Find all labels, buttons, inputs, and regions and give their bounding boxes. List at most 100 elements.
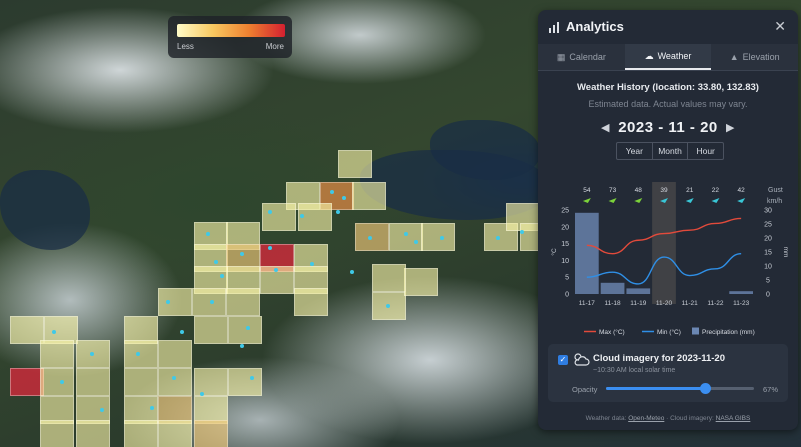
- gust-value: 42: [738, 187, 746, 194]
- tab-weather[interactable]: ☁ Weather: [624, 44, 712, 70]
- range-year-button[interactable]: Year: [617, 143, 653, 159]
- open-meteo-link[interactable]: Open-Meteo: [628, 415, 664, 422]
- precipitation-bar: [575, 212, 599, 294]
- observation-dot: [310, 262, 314, 266]
- range-hour-button[interactable]: Hour: [688, 143, 723, 159]
- x-tick-label: 11-18: [604, 300, 621, 307]
- gust-value: 73: [609, 187, 617, 194]
- observation-dot: [240, 252, 244, 256]
- range-month-button[interactable]: Month: [653, 143, 689, 159]
- cloud-imagery-checkbox[interactable]: ✓: [558, 355, 568, 365]
- weather-history-title: Weather History (location: 33.80, 132.83…: [577, 82, 759, 93]
- observation-dot: [180, 330, 184, 334]
- observation-dot: [200, 392, 204, 396]
- observation-dot: [404, 232, 408, 236]
- precip-tick-label: 15: [764, 250, 772, 257]
- opacity-slider[interactable]: [606, 383, 754, 394]
- gust-direction-arrow: [737, 198, 746, 203]
- heatmap-cell: [124, 420, 158, 447]
- sea-area: [0, 170, 90, 250]
- heatmap-cell: [158, 288, 192, 316]
- gust-direction-arrow: [608, 198, 617, 203]
- observation-dot: [214, 260, 218, 264]
- calendar-icon: ▦: [556, 51, 566, 62]
- estimated-note: Estimated data. Actual values may vary.: [588, 99, 748, 109]
- current-date: 2023 - 11 - 20: [618, 119, 718, 136]
- heatmap-cell: [10, 368, 44, 396]
- nasa-gibs-link[interactable]: NASA GIBS: [716, 415, 751, 422]
- date-navigator: ◀ 2023 - 11 - 20 ▶: [538, 119, 798, 139]
- observation-dot: [246, 326, 250, 330]
- x-tick-label: 11-19: [630, 300, 647, 307]
- heatmap-cell: [228, 368, 262, 396]
- gust-value: 48: [635, 187, 643, 194]
- observation-dot: [166, 300, 170, 304]
- observation-dot: [300, 214, 304, 218]
- heatmap-cell: [372, 264, 406, 292]
- temp-axis-unit: °C: [550, 248, 558, 256]
- observation-dot: [414, 240, 418, 244]
- temp-tick-label: 10: [561, 258, 569, 265]
- tab-elevation[interactable]: ▲ Elevation: [711, 44, 798, 70]
- cloud-imagery-subtitle: ~10:30 AM local solar time: [593, 367, 676, 374]
- gust-value: 21: [686, 187, 694, 194]
- next-date-icon[interactable]: ▶: [726, 121, 734, 134]
- observation-dot: [440, 236, 444, 240]
- heatmap-cell: [262, 203, 296, 231]
- observation-dot: [240, 344, 244, 348]
- legend-min-label: Min (°C): [657, 328, 681, 336]
- observation-dot: [52, 330, 56, 334]
- footer-imagery-prefix: Cloud imagery:: [670, 415, 714, 422]
- tab-label: Elevation: [742, 52, 780, 62]
- panel-footer: Weather data: Open-Meteo · Cloud imagery…: [538, 415, 798, 422]
- heatmap-cell: [124, 368, 158, 396]
- legend-precip-label: Precipitation (mm): [702, 329, 755, 336]
- observation-dot: [250, 376, 254, 380]
- gust-label: Gust: [768, 187, 783, 194]
- heatmap-cell: [404, 268, 438, 296]
- opacity-label: Opacity: [572, 385, 598, 394]
- precipitation-bar: [600, 282, 625, 294]
- gust-direction-arrow: [582, 198, 591, 203]
- observation-dot: [350, 270, 354, 274]
- observation-dot: [386, 304, 390, 308]
- heatmap-cell: [76, 420, 110, 447]
- observation-dot: [172, 376, 176, 380]
- heatmap-cell: [124, 340, 158, 368]
- temp-tick-label: 20: [561, 224, 569, 231]
- observation-dot: [206, 232, 210, 236]
- close-icon[interactable]: ✕: [774, 18, 786, 35]
- legend-max-label: Max (°C): [599, 328, 625, 336]
- observation-dot: [60, 380, 64, 384]
- heatmap-cell: [158, 340, 192, 368]
- heatmap-cell: [40, 340, 74, 368]
- analytics-chart-icon: [549, 22, 559, 33]
- observation-dot: [342, 196, 346, 200]
- elevation-icon: ▲: [729, 52, 739, 62]
- tab-label: Calendar: [569, 52, 606, 62]
- temp-tick-label: 5: [565, 275, 569, 282]
- precip-tick-label: 20: [764, 236, 772, 243]
- opacity-slider-thumb[interactable]: [699, 383, 711, 394]
- panel-title: Analytics: [566, 19, 624, 34]
- tab-calendar[interactable]: ▦ Calendar: [538, 44, 625, 70]
- heatmap-cell: [40, 368, 74, 396]
- gust-unit: km/h: [767, 198, 782, 205]
- cloud-imagery-box: ✓ Cloud imagery for 2023-11-20 ~10:30 AM…: [548, 344, 788, 402]
- heatmap-cell: [421, 223, 455, 251]
- weather-chart: Gust km/h 54 73 48 39 21 22 42 0 5 10 15 20 25 0 5 10 15 20…: [550, 182, 789, 336]
- precip-tick-label: 30: [764, 208, 772, 215]
- x-tick-label: 11-22: [707, 300, 724, 307]
- heatmap-cell: [10, 316, 44, 344]
- legend-precip-swatch: [692, 327, 699, 335]
- heatmap-cell: [194, 368, 228, 396]
- observation-dot: [220, 274, 224, 278]
- temp-tick-label: 25: [561, 208, 569, 215]
- observation-dot: [268, 246, 272, 250]
- heatmap-cell: [194, 420, 228, 447]
- gust-direction-arrow: [685, 198, 694, 203]
- heat-legend: Less More: [168, 16, 292, 58]
- precip-axis-unit: mm: [782, 247, 789, 258]
- heatmap-cell: [158, 368, 192, 396]
- tab-label: Weather: [657, 51, 692, 61]
